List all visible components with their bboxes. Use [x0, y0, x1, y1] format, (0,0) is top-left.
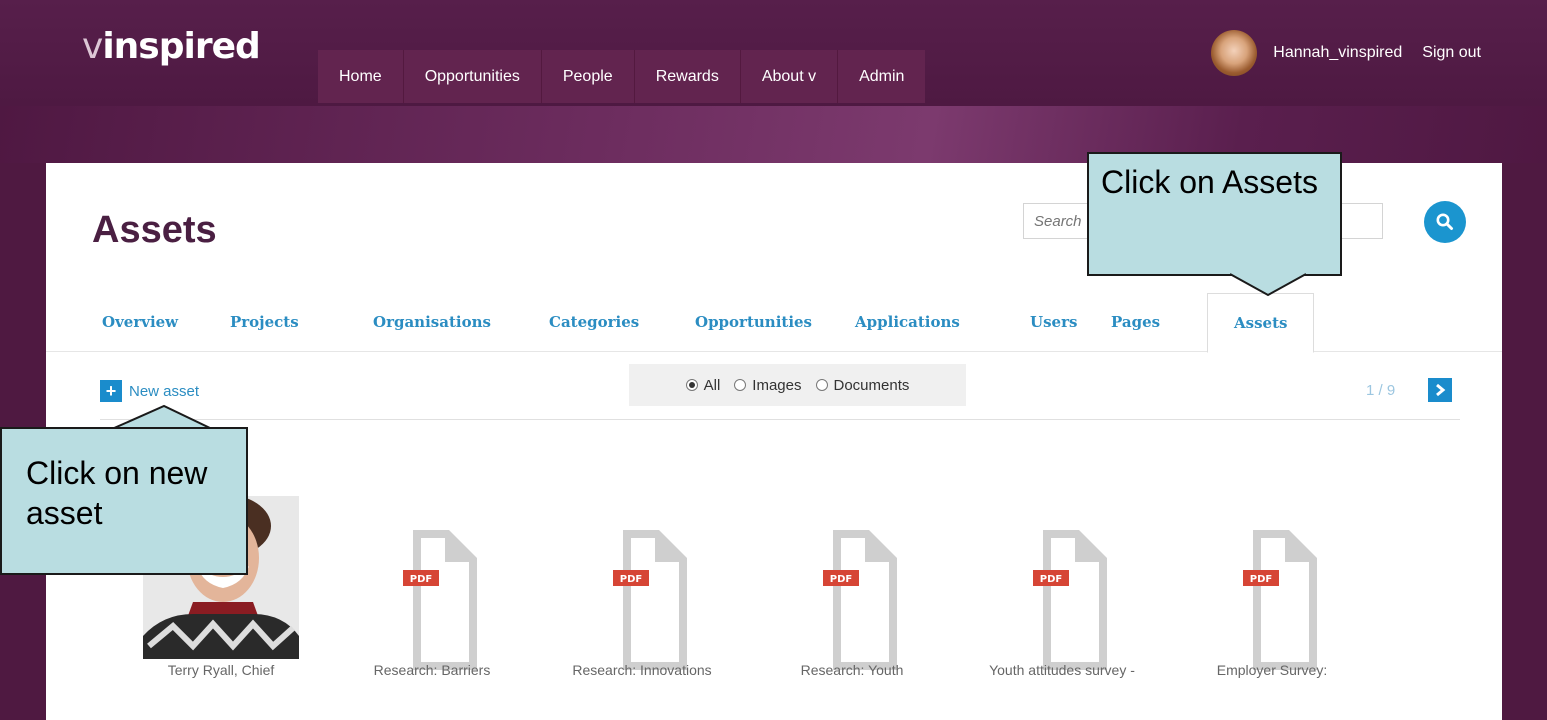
- callout-assets-text: Click on Assets: [1101, 164, 1318, 200]
- toolbar-divider: [100, 419, 1460, 420]
- asset-caption: Youth attitudes survey -: [989, 662, 1135, 678]
- radio-images[interactable]: [734, 379, 747, 391]
- tab-projects[interactable]: Projects: [230, 293, 299, 351]
- asset-caption: Terry Ryall, Chief: [167, 662, 275, 678]
- asset-item[interactable]: PDF Research: Youth: [762, 488, 942, 678]
- pagination-indicator: 1 / 9: [1366, 382, 1396, 399]
- pdf-file-icon: PDF: [1243, 530, 1317, 670]
- vinspired-logo[interactable]: vinspired: [82, 26, 261, 67]
- nav-admin[interactable]: Admin: [837, 50, 926, 103]
- top-navigation-bar: vinspired Home Opportunities People Rewa…: [0, 0, 1547, 106]
- asset-type-filter: All Images Documents: [629, 364, 966, 406]
- user-area: Hannah_vinspired Sign out: [1211, 30, 1481, 76]
- search-icon: [1436, 213, 1453, 230]
- plus-icon: +: [100, 380, 122, 402]
- radio-documents[interactable]: [815, 379, 828, 391]
- pdf-file-icon: PDF: [403, 530, 477, 670]
- sign-out-link[interactable]: Sign out: [1422, 44, 1481, 62]
- asset-item[interactable]: PDF Employer Survey:: [1182, 488, 1362, 678]
- pdf-badge: PDF: [620, 574, 642, 585]
- nav-opportunities[interactable]: Opportunities: [402, 50, 541, 103]
- callout-new-asset-text: Click on new asset: [26, 455, 208, 531]
- search-button[interactable]: [1424, 201, 1466, 243]
- page-margin-right: [1502, 163, 1547, 720]
- asset-caption: Employer Survey:: [1216, 662, 1328, 678]
- next-page-button[interactable]: [1428, 378, 1452, 402]
- username-link[interactable]: Hannah_vinspired: [1273, 44, 1402, 62]
- tab-applications[interactable]: Applications: [855, 293, 960, 351]
- pdf-badge: PDF: [830, 574, 852, 585]
- pdf-badge: PDF: [1250, 574, 1272, 585]
- filter-all-label: All: [703, 376, 721, 394]
- nav-about[interactable]: About v: [739, 50, 838, 103]
- tab-categories[interactable]: Categories: [549, 293, 639, 351]
- callout-new-asset: Click on new asset: [0, 427, 248, 575]
- asset-caption: Research: Innovations: [572, 662, 712, 678]
- nav-home[interactable]: Home: [318, 50, 403, 103]
- asset-caption: Research: Barriers: [373, 662, 491, 678]
- tab-organisations[interactable]: Organisations: [373, 293, 491, 351]
- asset-item[interactable]: PDF Youth attitudes survey -: [972, 488, 1152, 678]
- nav-people[interactable]: People: [540, 50, 634, 103]
- pdf-file-icon: PDF: [613, 530, 687, 670]
- logo-wordmark: inspired: [102, 26, 260, 67]
- filter-documents[interactable]: Documents: [815, 376, 910, 394]
- avatar[interactable]: [1211, 30, 1258, 76]
- tab-pages[interactable]: Pages: [1111, 293, 1160, 351]
- new-asset-label: New asset: [129, 382, 200, 400]
- filter-documents-label: Documents: [833, 376, 910, 394]
- filter-images-label: Images: [752, 376, 802, 394]
- main-nav: Home Opportunities People Rewards About …: [318, 50, 926, 103]
- chevron-right-icon: [1436, 383, 1446, 397]
- nav-rewards[interactable]: Rewards: [633, 50, 740, 103]
- tab-assets[interactable]: Assets: [1207, 293, 1315, 353]
- logo-v-mark: v: [82, 26, 103, 67]
- pdf-file-icon: PDF: [823, 530, 897, 670]
- callout-assets-pointer: [1229, 273, 1307, 297]
- tab-overview[interactable]: Overview: [102, 293, 178, 351]
- asset-item[interactable]: PDF Research: Innovations: [552, 488, 732, 678]
- filter-images[interactable]: Images: [734, 376, 802, 394]
- admin-tabs: Overview Projects Organisations Categori…: [46, 293, 1502, 353]
- pdf-file-icon: PDF: [1033, 530, 1107, 670]
- filter-all[interactable]: All: [685, 376, 721, 394]
- pdf-badge: PDF: [410, 574, 432, 585]
- radio-all[interactable]: [685, 379, 698, 391]
- pdf-badge: PDF: [1040, 574, 1062, 585]
- tab-users[interactable]: Users: [1030, 293, 1077, 351]
- callout-assets: Click on Assets: [1087, 152, 1342, 276]
- tab-opportunities[interactable]: Opportunities: [695, 293, 812, 351]
- new-asset-button[interactable]: + New asset: [100, 380, 199, 402]
- asset-item[interactable]: PDF Research: Barriers: [342, 488, 522, 678]
- asset-caption: Research: Youth: [800, 662, 904, 678]
- page-title: Assets: [92, 209, 217, 251]
